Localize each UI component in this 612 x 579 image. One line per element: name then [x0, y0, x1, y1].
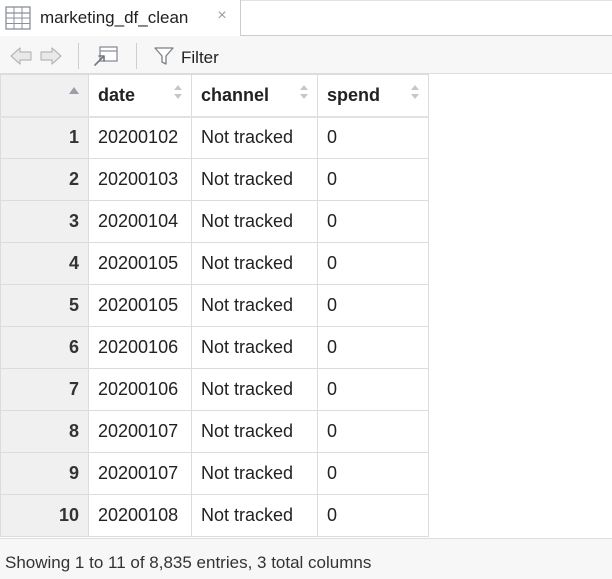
cell-channel[interactable]: Not tracked — [191, 284, 318, 327]
cell-spend[interactable]: 0 — [317, 200, 429, 243]
row-number: 5 — [0, 284, 89, 327]
cell-channel[interactable]: Not tracked — [191, 200, 318, 243]
sort-ascending-icon — [69, 87, 79, 94]
cell-spend[interactable]: 0 — [317, 284, 429, 327]
cell-channel[interactable]: Not tracked — [191, 242, 318, 285]
table-row: 9 20200107 Not tracked 0 — [0, 452, 429, 495]
sort-icon — [411, 85, 419, 99]
cell-date[interactable]: 20200105 — [88, 242, 192, 285]
row-number: 4 — [0, 242, 89, 285]
cell-spend[interactable]: 0 — [317, 410, 429, 453]
row-number: 1 — [0, 116, 89, 159]
toolbar-separator — [136, 43, 137, 69]
column-header-label: date — [98, 84, 136, 105]
table-row: 2 20200103 Not tracked 0 — [0, 158, 429, 201]
row-number: 10 — [0, 494, 89, 537]
cell-date[interactable]: 20200108 — [88, 494, 192, 537]
tab-strip: marketing_df_clean × — [0, 0, 612, 36]
cell-spend[interactable]: 0 — [317, 326, 429, 369]
tab-marketing-df-clean[interactable]: marketing_df_clean × — [0, 0, 241, 36]
cell-date[interactable]: 20200103 — [88, 158, 192, 201]
cell-spend[interactable]: 0 — [317, 494, 429, 537]
forward-arrow-icon[interactable] — [38, 45, 64, 67]
column-header-channel[interactable]: channel — [191, 74, 318, 118]
table-row: 5 20200105 Not tracked 0 — [0, 284, 429, 327]
column-header-date[interactable]: date — [88, 74, 192, 118]
status-bar: Showing 1 to 11 of 8,835 entries, 3 tota… — [0, 538, 612, 579]
table-row: 1 20200102 Not tracked 0 — [0, 116, 429, 159]
popout-window-icon[interactable] — [92, 45, 120, 67]
cell-date[interactable]: 20200107 — [88, 410, 192, 453]
toolbar-separator — [78, 43, 79, 69]
row-number: 9 — [0, 452, 89, 495]
cell-channel[interactable]: Not tracked — [191, 158, 318, 201]
table-icon — [5, 6, 31, 30]
header-row: date channel spend — [0, 74, 429, 118]
cell-channel[interactable]: Not tracked — [191, 494, 318, 537]
cell-channel[interactable]: Not tracked — [191, 116, 318, 159]
cell-date[interactable]: 20200106 — [88, 368, 192, 411]
cell-date[interactable]: 20200107 — [88, 452, 192, 495]
table-row: 3 20200104 Not tracked 0 — [0, 200, 429, 243]
cell-date[interactable]: 20200106 — [88, 326, 192, 369]
table-row: 8 20200107 Not tracked 0 — [0, 410, 429, 453]
cell-spend[interactable]: 0 — [317, 116, 429, 159]
filter-funnel-icon[interactable] — [153, 45, 175, 67]
close-icon[interactable]: × — [214, 7, 230, 25]
row-number: 2 — [0, 158, 89, 201]
row-number: 3 — [0, 200, 89, 243]
cell-channel[interactable]: Not tracked — [191, 410, 318, 453]
cell-channel[interactable]: Not tracked — [191, 368, 318, 411]
cell-spend[interactable]: 0 — [317, 452, 429, 495]
row-number-header[interactable] — [0, 74, 89, 118]
cell-channel[interactable]: Not tracked — [191, 326, 318, 369]
sort-icon — [174, 85, 182, 99]
cell-spend[interactable]: 0 — [317, 368, 429, 411]
row-number: 6 — [0, 326, 89, 369]
tab-strip-empty-area — [241, 0, 612, 36]
row-number: 8 — [0, 410, 89, 453]
cell-channel[interactable]: Not tracked — [191, 452, 318, 495]
column-header-label: spend — [327, 84, 381, 105]
row-number: 7 — [0, 368, 89, 411]
viewer-toolbar: Filter — [0, 36, 612, 74]
back-arrow-icon[interactable] — [8, 45, 34, 67]
table-row: 4 20200105 Not tracked 0 — [0, 242, 429, 285]
column-header-label: channel — [201, 84, 270, 105]
cell-date[interactable]: 20200104 — [88, 200, 192, 243]
table-row: 10 20200108 Not tracked 0 — [0, 494, 429, 537]
sort-icon — [300, 85, 308, 99]
entries-summary: Showing 1 to 11 of 8,835 entries, 3 tota… — [5, 553, 372, 572]
cell-spend[interactable]: 0 — [317, 158, 429, 201]
cell-spend[interactable]: 0 — [317, 242, 429, 285]
table-row: 6 20200106 Not tracked 0 — [0, 326, 429, 369]
data-grid: date channel spend 1 20200102 Not tracke… — [0, 74, 429, 537]
column-header-spend[interactable]: spend — [317, 74, 429, 118]
cell-date[interactable]: 20200102 — [88, 116, 192, 159]
cell-date[interactable]: 20200105 — [88, 284, 192, 327]
filter-button[interactable]: Filter — [181, 48, 219, 68]
table-row: 7 20200106 Not tracked 0 — [0, 368, 429, 411]
tab-title: marketing_df_clean — [40, 8, 189, 27]
